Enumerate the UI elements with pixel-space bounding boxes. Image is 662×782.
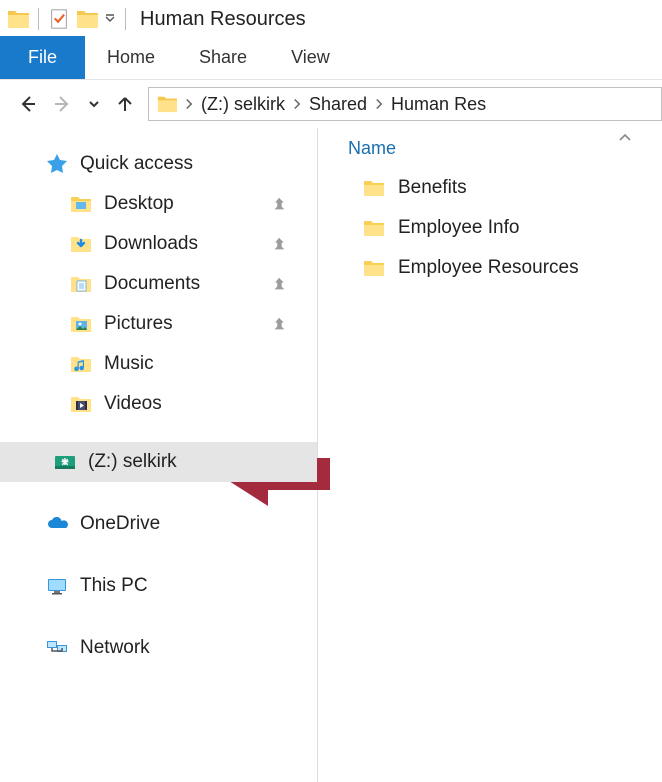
tree-group-quick-access: Quick access Desktop Downloads Documents… bbox=[0, 144, 317, 424]
tree-music[interactable]: Music bbox=[0, 344, 317, 384]
videos-folder-icon bbox=[68, 391, 94, 417]
tab-home[interactable]: Home bbox=[85, 36, 177, 79]
tab-view[interactable]: View bbox=[269, 36, 352, 79]
tree-label: Music bbox=[104, 353, 154, 375]
nav-recent-button[interactable] bbox=[86, 91, 102, 117]
tree-thispc[interactable]: This PC bbox=[0, 566, 317, 606]
onedrive-icon bbox=[44, 511, 70, 537]
pin-icon bbox=[271, 196, 287, 212]
tree-label: Pictures bbox=[104, 313, 173, 335]
network-drive-icon bbox=[52, 449, 78, 475]
tree-downloads[interactable]: Downloads bbox=[0, 224, 317, 264]
file-name: Benefits bbox=[398, 177, 467, 199]
file-name: Employee Resources bbox=[398, 257, 579, 279]
folder-icon bbox=[362, 256, 386, 280]
address-folder-icon bbox=[157, 94, 177, 114]
crumb-shared[interactable]: Shared bbox=[309, 94, 367, 115]
address-bar[interactable]: (Z:) selkirk Shared Human Res bbox=[148, 87, 662, 121]
thispc-icon bbox=[44, 573, 70, 599]
window-icon bbox=[6, 7, 30, 31]
chevron-right-icon[interactable] bbox=[183, 95, 195, 113]
body: Quick access Desktop Downloads Documents… bbox=[0, 128, 662, 782]
tree-pictures[interactable]: Pictures bbox=[0, 304, 317, 344]
crumb-current[interactable]: Human Res bbox=[391, 94, 486, 115]
crumb-drive[interactable]: (Z:) selkirk bbox=[201, 94, 285, 115]
folder-icon bbox=[362, 176, 386, 200]
list-item[interactable]: Employee Info bbox=[332, 208, 662, 248]
tree-label: Documents bbox=[104, 273, 200, 295]
tree-videos[interactable]: Videos bbox=[0, 384, 317, 424]
tree-quick-access[interactable]: Quick access bbox=[0, 144, 317, 184]
documents-folder-icon bbox=[68, 271, 94, 297]
tab-share[interactable]: Share bbox=[177, 36, 269, 79]
nav-up-button[interactable] bbox=[112, 91, 138, 117]
tree-label: Network bbox=[80, 637, 150, 659]
pin-icon bbox=[271, 236, 287, 252]
navigation-pane: Quick access Desktop Downloads Documents… bbox=[0, 128, 318, 782]
chevron-right-icon[interactable] bbox=[373, 95, 385, 113]
pin-icon bbox=[271, 276, 287, 292]
tree-drive-z[interactable]: (Z:) selkirk bbox=[0, 442, 317, 482]
tree-label: This PC bbox=[80, 575, 148, 597]
desktop-folder-icon bbox=[68, 191, 94, 217]
chevron-right-icon[interactable] bbox=[291, 95, 303, 113]
pictures-folder-icon bbox=[68, 311, 94, 337]
tree-label: (Z:) selkirk bbox=[88, 451, 177, 473]
titlebar: Human Resources bbox=[0, 0, 662, 36]
nav-forward-button[interactable] bbox=[50, 91, 76, 117]
star-icon bbox=[44, 151, 70, 177]
tree-label: Desktop bbox=[104, 193, 174, 215]
tree-documents[interactable]: Documents bbox=[0, 264, 317, 304]
pin-icon bbox=[271, 316, 287, 332]
nav-row: (Z:) selkirk Shared Human Res bbox=[0, 80, 662, 128]
qat-customize-icon[interactable] bbox=[103, 7, 117, 31]
column-label: Name bbox=[348, 138, 396, 159]
sort-indicator-icon bbox=[618, 132, 632, 142]
tree-label: OneDrive bbox=[80, 513, 160, 535]
tree-onedrive[interactable]: OneDrive bbox=[0, 504, 317, 544]
list-item[interactable]: Benefits bbox=[332, 168, 662, 208]
tree-network[interactable]: Network bbox=[0, 628, 317, 668]
music-folder-icon bbox=[68, 351, 94, 377]
list-item[interactable]: Employee Resources bbox=[332, 248, 662, 288]
separator bbox=[125, 8, 126, 30]
window-title: Human Resources bbox=[140, 8, 306, 31]
network-icon bbox=[44, 635, 70, 661]
column-header-name[interactable]: Name bbox=[332, 128, 662, 168]
tree-desktop[interactable]: Desktop bbox=[0, 184, 317, 224]
qat-newfolder-icon[interactable] bbox=[75, 7, 99, 31]
nav-back-button[interactable] bbox=[14, 91, 40, 117]
tab-file[interactable]: File bbox=[0, 36, 85, 79]
ribbon: File Home Share View bbox=[0, 36, 662, 80]
qat-properties-icon[interactable] bbox=[47, 7, 71, 31]
tree-label: Quick access bbox=[80, 153, 193, 175]
file-name: Employee Info bbox=[398, 217, 519, 239]
folder-icon bbox=[362, 216, 386, 240]
content-pane: Name Benefits Employee Info Employee Res… bbox=[318, 128, 662, 782]
tree-label: Videos bbox=[104, 393, 162, 415]
tree-label: Downloads bbox=[104, 233, 198, 255]
downloads-folder-icon bbox=[68, 231, 94, 257]
separator bbox=[38, 8, 39, 30]
